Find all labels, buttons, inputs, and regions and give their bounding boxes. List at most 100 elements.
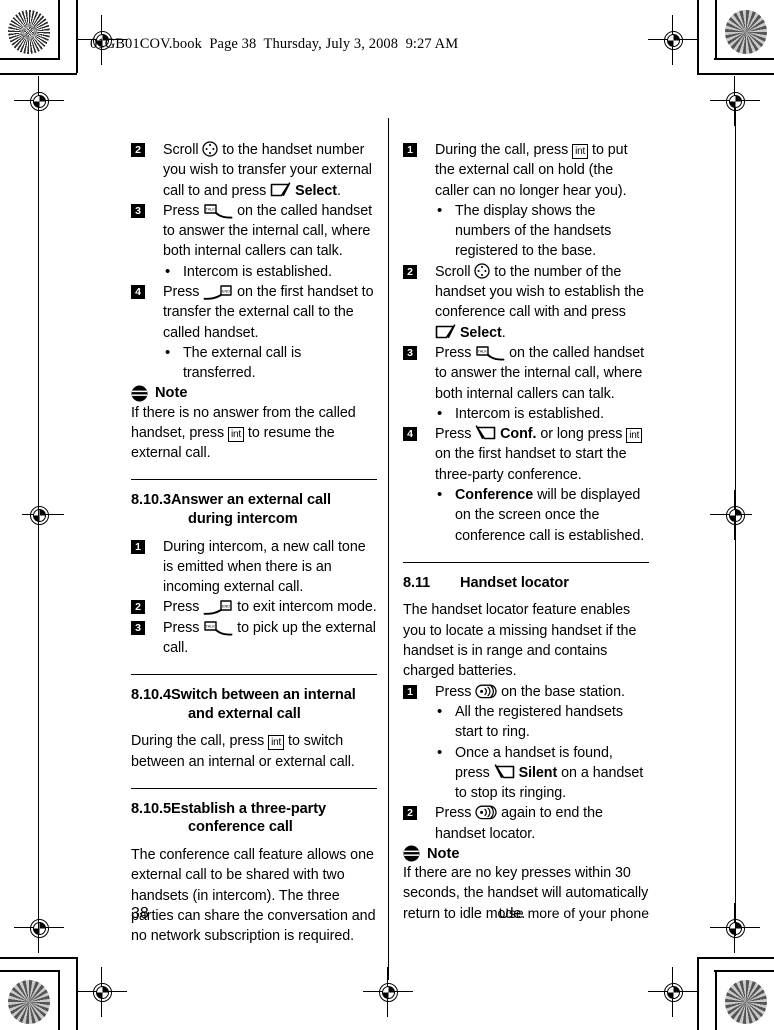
bullet-item: The display shows the numbers of the han…: [435, 200, 649, 262]
note-icon: [403, 845, 420, 862]
crop-line-bl-v: [58, 970, 60, 1030]
int-key-icon: int: [626, 428, 643, 444]
star-target-top-right: [725, 10, 767, 54]
scroll-navigation-key-icon: [202, 141, 219, 157]
registration-mark-mid-right: [710, 490, 752, 540]
step-text: Press TALK to pick up the external call.: [163, 619, 376, 656]
left-note-block: Note If there is no answer from the call…: [131, 385, 377, 464]
note-icon: [131, 385, 148, 402]
section-heading: 8.10.3 Answer an external call during int…: [131, 491, 377, 528]
int-key-icon: int: [572, 144, 589, 159]
numbered-step: 2 Scroll to the number of the handset you…: [403, 262, 649, 343]
step-bullet-list: All the registered handsets start to rin…: [435, 701, 649, 804]
bullet-item: Intercom is established.: [163, 261, 377, 283]
note-heading: Note: [131, 385, 377, 402]
section-number: 8.10.3: [131, 492, 171, 509]
crop-line-tr-v2: [697, 0, 699, 73]
step-bullet-list: The external call is transferred.: [163, 342, 377, 384]
note-label: Note: [427, 845, 460, 862]
section-8-11-intro: The handset locator feature enables you …: [403, 602, 637, 680]
star-target-top-left: [8, 10, 50, 54]
manual-section: 8.10.4 Switch between an internal and ext…: [131, 674, 377, 772]
step-text: Press Conf. or long press int on the fir…: [435, 425, 643, 483]
end-key-icon: END: [203, 284, 233, 300]
crop-line-br-v2: [697, 957, 699, 1030]
svg-text:END: END: [222, 288, 230, 293]
section-body: During the call, press int to switch bet…: [131, 733, 355, 770]
section-heading: 8.10.4 Switch between an internal and ext…: [131, 686, 377, 723]
step-number-badge: 2: [131, 143, 145, 157]
numbered-step: 4 Press Conf. or long press int on the fi…: [403, 424, 649, 546]
section-body: The conference call feature allows one e…: [131, 847, 376, 945]
numbered-step: 1 During the call, press int to put the e…: [403, 140, 649, 262]
left-softkey-icon: [270, 181, 291, 198]
step-text: Press END to exit intercom mode.: [163, 599, 377, 616]
section-title: Handset locator: [460, 574, 569, 591]
left-column: 2 Scroll to the handset number you wish t…: [131, 140, 377, 947]
step-number-badge: 2: [403, 264, 417, 279]
registration-mark-top-right: [648, 15, 698, 65]
step-bullet-list: Intercom is established.: [163, 261, 377, 283]
star-target-bottom-left: [8, 980, 50, 1024]
registration-mark-mid-left: [22, 490, 64, 540]
handset-locator-steps: 1 Press on the base station.All the regis…: [403, 682, 649, 844]
crop-line-tl-v: [58, 0, 60, 60]
step-bullet-list: Intercom is established.: [435, 403, 649, 425]
right-trim-line: [735, 108, 736, 936]
crop-line-tl-v2: [76, 0, 78, 73]
step-text: Press END on the first handset to transf…: [163, 284, 374, 341]
numbered-step: 3 Press TALK on the called handset to ans…: [403, 343, 649, 424]
section-divider-811: [403, 561, 649, 563]
right-column: 1 During the call, press int to put the e…: [403, 140, 649, 947]
scroll-navigation-key-icon: [474, 263, 491, 279]
bullet-item: Conference will be displayed on the scre…: [435, 484, 649, 546]
left-softkey-icon: [435, 324, 456, 340]
right-softkey-icon: [475, 425, 496, 441]
numbered-step: 1 During intercom, a new call tone is emi…: [131, 537, 377, 598]
step-number-badge: 1: [131, 539, 145, 554]
running-head: Use more of your phone: [498, 905, 649, 921]
note-heading: Note: [403, 845, 649, 862]
page-footer: 38 Use more of your phone: [131, 905, 649, 923]
left-sections: 8.10.3 Answer an external call during int…: [131, 479, 377, 946]
section-title-line-1: Switch between an internal: [170, 687, 356, 704]
crop-line-tl-h: [0, 58, 60, 60]
step-number-badge: 4: [131, 285, 145, 300]
registration-mark-bottom-right: [648, 967, 698, 1017]
numbered-step: 4 Press END on the first handset to trans…: [131, 282, 377, 383]
emphasis-text: Silent: [518, 764, 558, 781]
left-continued-steps: 2 Scroll to the handset number you wish t…: [131, 140, 377, 384]
crop-line-br-v: [715, 970, 717, 1030]
left-trim-line: [38, 108, 39, 936]
numbered-step: 3 Press TALK on the called handset to ans…: [131, 201, 377, 282]
talk-key-icon: TALK: [203, 620, 233, 636]
print-header-text: 01GB01COV.book Page 38 Thursday, July 3,…: [90, 36, 459, 52]
bullet-item: Once a handset is found, press Silent on…: [435, 742, 649, 804]
bullet-item: The external call is transferred.: [163, 342, 377, 384]
crop-line-tl-h2: [0, 73, 77, 75]
registration-mark-upper-left: [14, 76, 64, 126]
svg-text:TALK: TALK: [478, 349, 488, 354]
talk-key-icon: TALK: [475, 345, 505, 361]
numbered-step: 3 Press TALK to pick up the external call…: [131, 618, 377, 659]
step-text: Press TALK on the called handset to answ…: [163, 202, 373, 260]
right-conference-steps: 1 During the call, press int to put the e…: [403, 140, 649, 546]
section-title-line-2: and external call: [188, 705, 301, 722]
step-number-badge: 3: [131, 620, 145, 635]
crop-line-bl-h2: [0, 957, 77, 959]
two-column-layout: 2 Scroll to the handset number you wish t…: [131, 140, 649, 947]
manual-section: 8.10.3 Answer an external call during int…: [131, 479, 377, 658]
emphasis-text: Select: [295, 182, 337, 199]
step-number-badge: 2: [403, 806, 417, 821]
crop-line-bl-v2: [76, 957, 78, 1030]
section-title-line-2: conference call: [188, 819, 293, 836]
bullet-item: Intercom is established.: [435, 403, 649, 425]
step-number-badge: 4: [403, 427, 417, 442]
section-title-line-1: Establish a three-party: [170, 800, 327, 817]
star-target-bottom-right: [725, 980, 767, 1024]
right-softkey-icon: [494, 764, 515, 780]
emphasis-text: Conf.: [500, 426, 537, 443]
crop-line-bl-h: [0, 970, 60, 972]
crop-line-tr-h2: [697, 73, 774, 75]
step-text: During the call, press int to put the ex…: [435, 142, 628, 199]
